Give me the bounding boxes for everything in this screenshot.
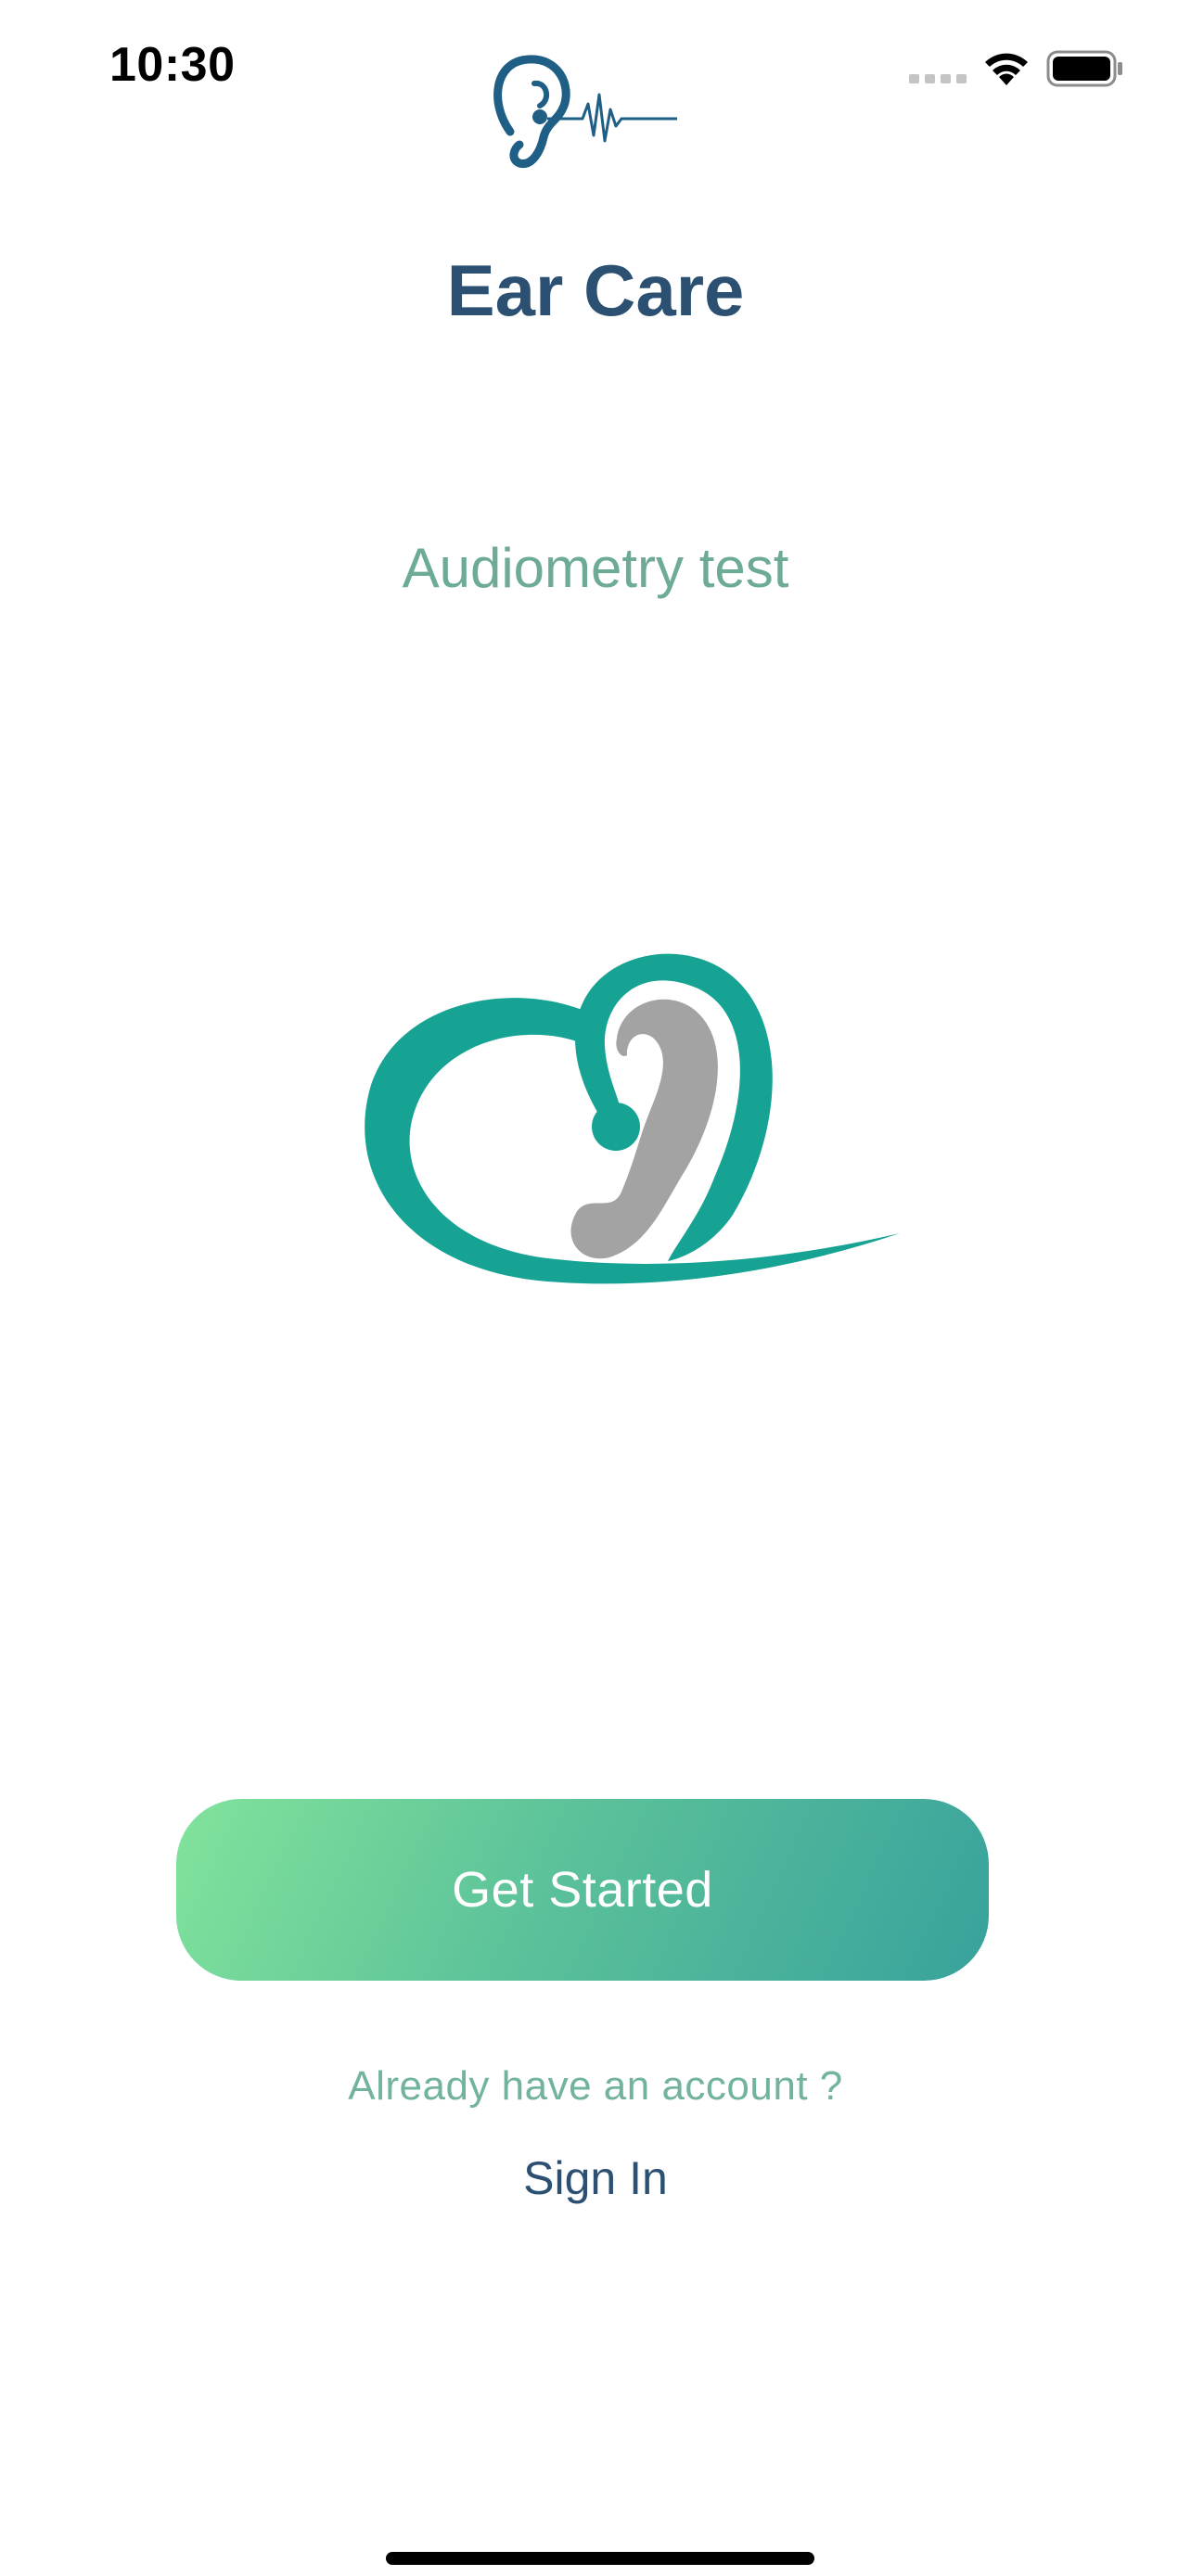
ear-heart-logo-icon <box>365 953 901 1284</box>
get-started-button[interactable]: Get Started <box>176 1799 989 1981</box>
ear-heartbeat-logo-icon <box>493 55 677 168</box>
battery-icon <box>1046 50 1122 87</box>
cellular-signal-icon <box>909 74 967 83</box>
account-prompt-text: Already have an account ? <box>348 2063 843 2109</box>
welcome-screen: 10:30 Ear Care Audiometry test Get Start… <box>0 0 1191 2576</box>
home-indicator[interactable] <box>386 2552 814 2565</box>
sign-in-link[interactable]: Sign In <box>482 2151 709 2205</box>
app-subtitle: Audiometry test <box>402 537 789 599</box>
app-title: Ear Care <box>446 249 745 331</box>
status-time: 10:30 <box>109 38 236 92</box>
wifi-icon <box>985 53 1028 85</box>
